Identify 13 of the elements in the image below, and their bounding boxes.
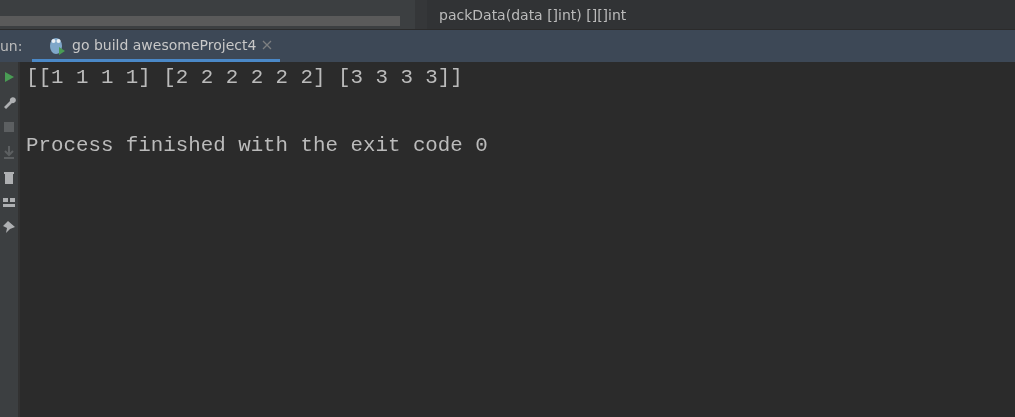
console-line: [[1 1 1 1] [2 2 2 2 2 2] [3 3 3 3]] <box>26 66 464 89</box>
run-tab[interactable]: go build awesomeProject4 <box>32 30 281 62</box>
scrollbar[interactable] <box>0 16 400 26</box>
wrench-icon[interactable] <box>2 95 16 109</box>
breadcrumb[interactable]: packData(data []int) [][]int <box>415 0 1015 29</box>
panel-label: un: <box>0 38 24 54</box>
trash-icon[interactable] <box>2 170 16 184</box>
layout-icon[interactable] <box>2 195 16 209</box>
console-line: Process finished with the exit code 0 <box>26 134 489 157</box>
run-icon[interactable] <box>2 70 16 84</box>
close-icon[interactable] <box>262 39 273 50</box>
pin-icon[interactable] <box>2 220 16 234</box>
tab-label: go build awesomeProject4 <box>72 36 257 53</box>
